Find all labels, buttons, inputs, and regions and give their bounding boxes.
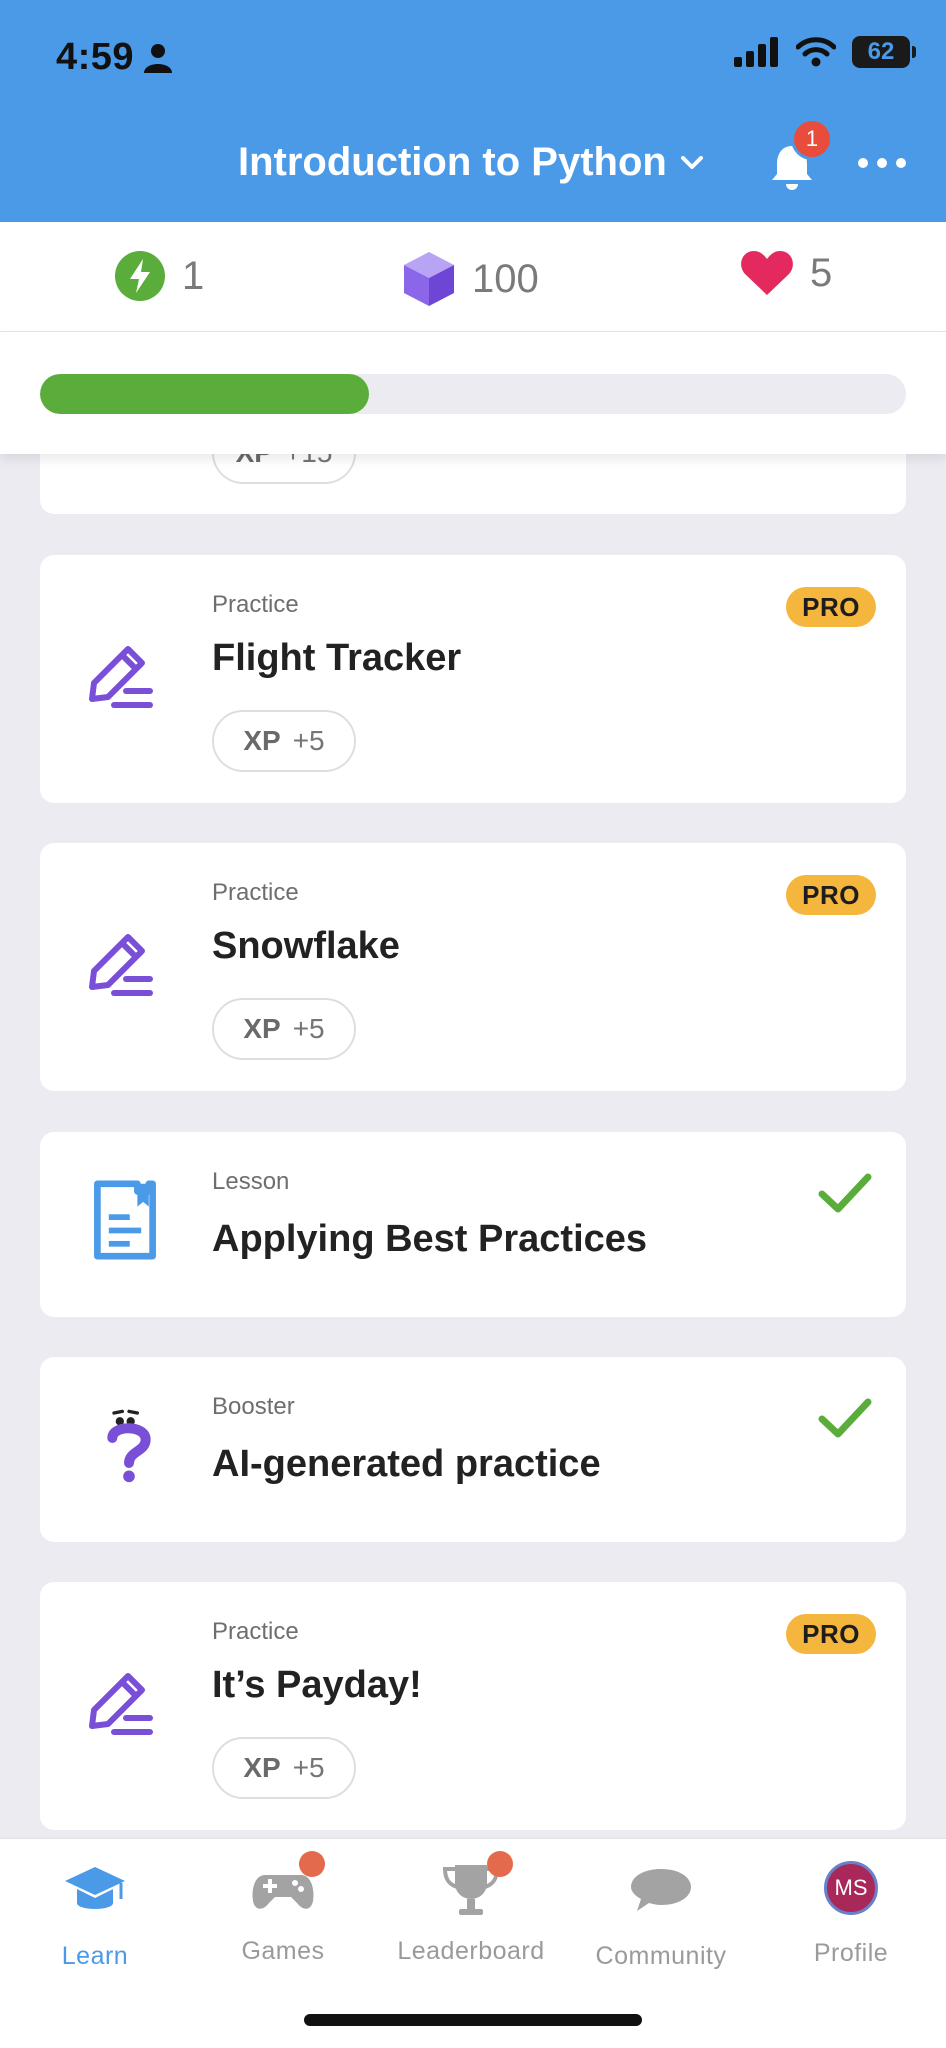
checkmark-icon: [818, 1173, 872, 1213]
gem-cube-icon: [404, 252, 454, 306]
avatar: MS: [824, 1861, 878, 1915]
person-icon: [144, 43, 173, 73]
tab-leaderboard-label: Leaderboard: [397, 1937, 545, 1965]
checkmark-icon: [818, 1398, 872, 1438]
card-title: Snowflake: [212, 925, 400, 967]
pro-badge: PRO: [786, 587, 876, 627]
xp-value: +5: [292, 725, 325, 756]
card-type: Lesson: [212, 1168, 290, 1195]
xp-value: +5: [292, 1013, 325, 1044]
course-title: Introduction to Python: [238, 140, 667, 184]
xp-label: XP: [243, 1752, 281, 1783]
list-item-applying-best-practices[interactable]: Lesson Applying Best Practices: [40, 1132, 906, 1317]
card-title: Applying Best Practices: [212, 1218, 648, 1260]
status-bar-time: 4:59: [56, 36, 173, 79]
home-indicator: [304, 2014, 642, 2026]
tab-profile[interactable]: MS Profile: [756, 1859, 946, 1968]
course-progress-bar: [40, 374, 906, 414]
gamepad-icon: [251, 1851, 325, 1919]
xp-pill: XP +5: [212, 710, 356, 772]
list-item-snowflake[interactable]: Practice Snowflake XP +5 PRO: [40, 843, 906, 1091]
chevron-down-icon: [680, 155, 703, 169]
graduation-cap-icon: [65, 1867, 125, 1909]
tab-community-label: Community: [595, 1942, 727, 1970]
pro-badge: PRO: [786, 875, 876, 915]
avatar-icon: MS: [819, 1861, 883, 1921]
wifi-icon: [796, 37, 836, 67]
xp-pill: XP +5: [212, 1737, 356, 1799]
lightning-icon: [115, 251, 165, 301]
pencil-practice-icon: [89, 1673, 153, 1735]
signal-icon: [734, 37, 778, 67]
app-header: 4:59 62 Introduction to Python 1: [0, 0, 946, 222]
list-item-flight-tracker[interactable]: Practice Flight Tracker XP +5 PRO: [40, 555, 906, 803]
card-type: Booster: [212, 1393, 295, 1420]
list-item-ai-generated-practice[interactable]: Booster AI-generated practice: [40, 1357, 906, 1542]
xp-label: XP: [243, 725, 281, 756]
battery-level: 62: [867, 38, 895, 65]
gems-count: 100: [472, 256, 539, 301]
pro-badge: PRO: [786, 1614, 876, 1654]
status-bar-indicators: 62: [734, 36, 916, 68]
tab-learn[interactable]: Learn: [0, 1859, 190, 1971]
trophy-icon: [439, 1851, 513, 1919]
stats-bar: 1 100 5: [0, 222, 946, 332]
course-progress-fill: [40, 374, 370, 414]
notification-badge: 1: [791, 118, 833, 160]
list-item-its-payday[interactable]: Practice It’s Payday! XP +5 PRO: [40, 1582, 906, 1830]
booster-question-icon: [107, 1409, 151, 1483]
xp-pill: XP +5: [212, 998, 356, 1060]
gems-stat[interactable]: 100: [402, 250, 539, 308]
tab-profile-label: Profile: [813, 1939, 889, 1967]
pencil-practice-icon: [89, 646, 153, 708]
card-type: Practice: [212, 879, 299, 906]
card-type: Practice: [212, 591, 299, 618]
xp-label: XP: [243, 1013, 281, 1044]
more-options-icon[interactable]: [858, 158, 906, 168]
games-notification-dot: [299, 1851, 325, 1877]
heart-icon: [741, 251, 793, 295]
streak-count: 1: [182, 253, 205, 298]
streak-stat[interactable]: 1: [114, 250, 204, 302]
course-progress-panel: [0, 332, 946, 454]
tab-games-label: Games: [241, 1937, 325, 1965]
clock: 4:59: [56, 36, 135, 78]
tab-leaderboard[interactable]: Leaderboard: [376, 1851, 566, 1966]
card-title: Flight Tracker: [212, 637, 462, 679]
card-title: AI-generated practice: [212, 1443, 601, 1485]
battery-icon: 62: [852, 36, 916, 68]
card-type: Practice: [212, 1618, 299, 1645]
tab-learn-label: Learn: [61, 1942, 129, 1970]
pencil-practice-icon: [89, 934, 153, 996]
hearts-count: 5: [810, 250, 833, 295]
tab-community[interactable]: Community: [566, 1859, 756, 1971]
card-title: It’s Payday!: [212, 1664, 422, 1706]
speech-bubble-icon: [631, 1869, 691, 1911]
hearts-stat[interactable]: 5: [740, 250, 832, 296]
lesson-document-icon: [94, 1180, 156, 1260]
course-selector[interactable]: Introduction to Python: [238, 140, 703, 185]
tab-games[interactable]: Games: [188, 1851, 378, 1966]
leaderboard-notification-dot: [487, 1851, 513, 1877]
xp-value: +5: [292, 1752, 325, 1783]
